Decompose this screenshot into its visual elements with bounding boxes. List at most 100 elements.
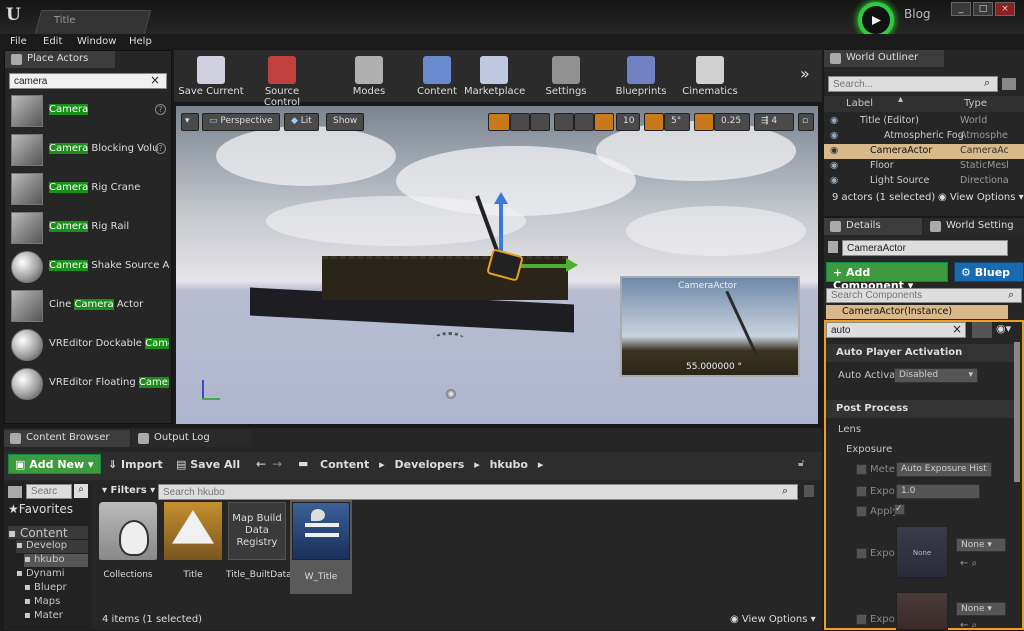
place-actor-item[interactable]: Camera Rig Rail — [11, 210, 171, 246]
asset-view-options-icon[interactable] — [804, 485, 814, 497]
save-all-button[interactable]: ▤ Save All — [176, 458, 240, 471]
expo3-browse-icon[interactable]: ← ⌕ — [960, 620, 977, 631]
outliner-row[interactable]: ◉ Title (Editor) World — [824, 114, 1024, 129]
tree-folder-item[interactable]: ▪ Mater — [24, 610, 88, 623]
blog-label[interactable]: Blog — [904, 7, 931, 21]
menu-file[interactable]: File — [10, 36, 27, 47]
scale-mode-icon[interactable] — [530, 113, 550, 131]
unreal-logo-icon[interactable]: U — [6, 5, 24, 27]
perspective-button[interactable]: ▭ Perspective — [202, 113, 280, 131]
breadcrumb-content[interactable]: Content — [320, 458, 369, 471]
section-post-process[interactable]: Post Process — [826, 400, 1020, 418]
component-instance-row[interactable]: CameraActor(Instance) — [826, 305, 1008, 319]
close-button[interactable]: × — [995, 2, 1015, 16]
outliner-search-icon[interactable]: ⌕ — [984, 76, 990, 90]
tree-folder-item[interactable]: ▪ Bluepr — [24, 582, 88, 595]
outliner-search-input[interactable] — [828, 76, 998, 92]
auto-activate-dropdown[interactable]: Disabled ▾ — [894, 368, 978, 383]
tab-world-outliner[interactable]: World Outliner — [824, 50, 944, 67]
scale-snap-icon[interactable] — [694, 113, 714, 131]
toolbar-settings-button[interactable]: Settings — [536, 50, 596, 102]
actor-name-input[interactable] — [842, 240, 1008, 256]
asset-w-title[interactable]: W_Title — [290, 500, 352, 594]
details-eye-icon[interactable]: ◉▾ — [996, 322, 1011, 335]
breadcrumb-developers[interactable]: Developers — [395, 458, 465, 471]
rotation-snap-value[interactable]: 5° — [664, 113, 690, 131]
cb-view-options-button[interactable]: ◉ View Options ▾ — [730, 614, 816, 625]
toolbar-save-button[interactable]: Save Current — [178, 50, 244, 102]
outliner-settings-icon[interactable] — [1002, 78, 1016, 90]
expo1-field[interactable]: 1.0 — [896, 484, 980, 499]
blueprint-button[interactable]: ⚙ Bluep — [954, 262, 1024, 282]
rotate-mode-icon[interactable] — [510, 113, 530, 131]
viewport-options-button[interactable]: ▾ — [181, 113, 199, 131]
sources-search-icon[interactable]: ⌕ — [74, 484, 88, 498]
forward-arrow-icon[interactable]: → — [272, 457, 282, 471]
tree-folder-item[interactable]: ▪ Content — [8, 526, 88, 539]
col-type[interactable]: Type — [964, 98, 987, 109]
help-icon[interactable]: ? — [155, 143, 166, 154]
toolbar-expand-icon[interactable]: » — [800, 64, 810, 83]
minimize-button[interactable]: _ — [951, 2, 971, 16]
toolbar-source-control-button[interactable]: Source Control — [246, 50, 318, 108]
rotation-snap-icon[interactable] — [644, 113, 664, 131]
toolbar-content-button[interactable]: Content — [414, 50, 460, 102]
outliner-view-options-button[interactable]: ◉ View Options ▾ — [938, 192, 1024, 203]
help-icon[interactable]: ? — [155, 104, 166, 115]
expo1-override-checkbox[interactable] — [856, 486, 867, 497]
menu-window[interactable]: Window — [77, 36, 116, 47]
components-search-icon[interactable]: ⌕ — [1008, 288, 1014, 302]
toolbar-cinematics-button[interactable]: Cinematics — [680, 50, 740, 102]
outliner-row[interactable]: ◉ CameraActor CameraAc — [824, 144, 1024, 159]
expo2-dropdown[interactable]: None ▾ — [956, 538, 1006, 552]
property-matrix-icon[interactable] — [972, 322, 992, 338]
visibility-eye-icon[interactable]: ◉ — [830, 160, 838, 171]
asset-search-input[interactable] — [158, 484, 798, 500]
show-button[interactable]: Show — [326, 113, 365, 131]
outliner-row[interactable]: ◉ Floor StaticMesh — [824, 159, 1024, 174]
details-scrollbar[interactable] — [1014, 342, 1020, 482]
world-local-icon[interactable] — [554, 113, 574, 131]
tab-output-log[interactable]: Output Log — [132, 430, 252, 447]
notification-icon[interactable] — [858, 2, 894, 38]
expo2-browse-icon[interactable]: ← ⌕ — [960, 558, 977, 569]
tab-world-settings[interactable]: World Setting — [924, 218, 1024, 235]
clear-filter-icon[interactable]: × — [952, 322, 962, 336]
metering-dropdown[interactable]: Auto Exposure Hist — [896, 462, 992, 477]
lens-group[interactable]: Lens — [838, 424, 861, 435]
apply-checkbox[interactable]: ✓ — [894, 504, 905, 515]
asset-title-level[interactable]: Title — [163, 502, 223, 580]
asset-search-icon[interactable]: ⌕ — [782, 484, 788, 498]
sources-search-input[interactable] — [26, 484, 72, 499]
translate-mode-icon[interactable] — [488, 113, 510, 131]
place-actor-item[interactable]: Camera Blocking Volu? — [11, 132, 171, 168]
import-button[interactable]: ⇓ Import — [108, 458, 163, 471]
clear-search-icon[interactable]: × — [150, 73, 160, 87]
level-tab[interactable]: Title — [34, 10, 152, 34]
tree-folder-item[interactable]: ▪ Maps — [24, 596, 88, 609]
sources-toggle-icon[interactable] — [8, 486, 22, 498]
visibility-eye-icon[interactable]: ◉ — [830, 130, 838, 141]
breadcrumb-chevron-icon[interactable]: ▸ — [373, 458, 391, 471]
expo2-override-checkbox[interactable] — [856, 548, 867, 559]
search-components-input[interactable] — [826, 288, 1022, 303]
toolbar-modes-button[interactable]: Modes — [346, 50, 392, 102]
visibility-eye-icon[interactable]: ◉ — [830, 175, 838, 186]
toolbar-blueprints-button[interactable]: Blueprints — [610, 50, 672, 102]
details-filter-input[interactable] — [826, 322, 966, 338]
metering-override-checkbox[interactable] — [856, 464, 867, 475]
tree-folder-item[interactable]: ▪ Develop — [16, 540, 88, 553]
add-component-button[interactable]: + Add Component ▾ — [826, 262, 948, 292]
col-label[interactable]: Label — [846, 98, 873, 109]
outliner-row[interactable]: ◉ Light Source Directiona — [824, 174, 1024, 189]
expo2-texture-thumb[interactable]: None — [896, 526, 948, 578]
add-new-button[interactable]: ▣ Add New ▾ — [8, 454, 101, 474]
grid-snap-icon[interactable] — [594, 113, 614, 131]
menu-help[interactable]: Help — [129, 36, 152, 47]
gizmo-z-arrow[interactable] — [494, 192, 508, 204]
surface-snap-icon[interactable] — [574, 113, 594, 131]
tab-place-actors[interactable]: Place Actors — [5, 51, 115, 68]
filters-button[interactable]: ▾ Filters ▾ — [102, 485, 155, 496]
place-actor-item[interactable]: Camera Shake Source A — [11, 249, 171, 285]
menu-edit[interactable]: Edit — [43, 36, 62, 47]
